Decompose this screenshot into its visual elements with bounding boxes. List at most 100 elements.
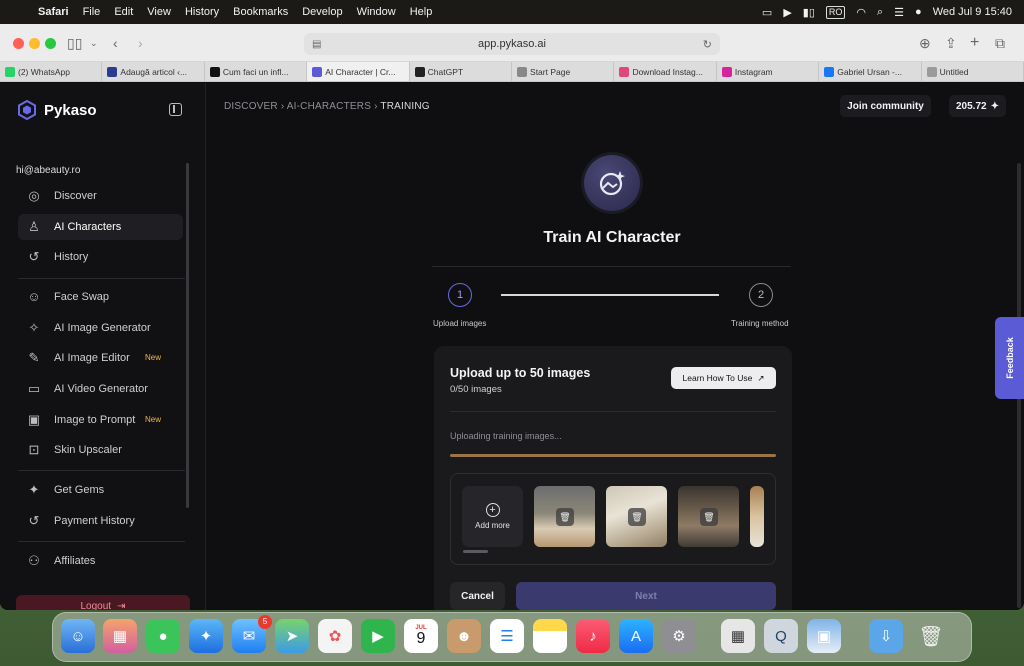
browser-tab[interactable]: Adaugă articol ‹... [102, 62, 205, 81]
menu-develop[interactable]: Develop [302, 6, 342, 18]
sidebar-item-video[interactable]: ▭ AI Video Generator [18, 376, 183, 402]
menu-view[interactable]: View [147, 6, 171, 18]
uploaded-image-thumbnail[interactable]: 🗑 [534, 486, 595, 547]
uploaded-image-thumbnail[interactable]: 🗑 [678, 486, 739, 547]
calendar-icon[interactable]: JUL 9 [404, 619, 438, 653]
sidebar-item-sparkle[interactable]: ✦ Get Gems [18, 477, 183, 503]
browser-tab[interactable]: Download Instag... [614, 62, 717, 81]
join-community-button[interactable]: Join community [840, 95, 931, 117]
step-training-method[interactable]: 2 [749, 283, 773, 307]
trash-icon[interactable]: 🗑 [914, 619, 948, 653]
trash-icon[interactable]: 🗑 [556, 508, 574, 526]
clock[interactable]: Wed Jul 9 15:40 [933, 6, 1012, 18]
back-icon[interactable]: ‹ [113, 34, 118, 52]
sidebar-toggle-icon[interactable]: ▯▯ [67, 34, 82, 52]
add-more-button[interactable]: + Add more [462, 486, 523, 547]
sidebar-item-history[interactable]: ↺ History [18, 244, 183, 270]
sidebar-item-character[interactable]: ♙ AI Characters [18, 214, 183, 240]
sidebar-item-compass[interactable]: ◎ Discover [18, 183, 183, 209]
sidebar-item-wand[interactable]: ✧ AI Image Generator [18, 315, 183, 341]
sidebar-item-payment-history[interactable]: ↺ Payment History [18, 508, 183, 534]
control-center-icon[interactable]: ☰ [894, 6, 904, 19]
logout-icon: ⇥ [117, 600, 126, 611]
downloads-folder-icon[interactable]: ⇩ [869, 619, 903, 653]
menu-file[interactable]: File [83, 6, 101, 18]
quicktime-icon[interactable]: Q [764, 619, 798, 653]
breadcrumb-ai-characters[interactable]: AI-CHARACTERS [287, 101, 371, 112]
uploaded-image-thumbnail[interactable]: 🗑 [606, 486, 667, 547]
maps-icon[interactable]: ➤ [275, 619, 309, 653]
sidebar-item-affiliates[interactable]: ⚇ Affiliates [18, 548, 183, 574]
input-source-indicator[interactable]: RO [825, 5, 846, 19]
browser-tab-label: Download Instag... [632, 66, 703, 77]
battery-icon[interactable]: ▮▯ [803, 6, 815, 19]
breadcrumb-discover[interactable]: DISCOVER [224, 101, 278, 112]
notes-icon[interactable] [533, 619, 567, 653]
feedback-tab[interactable]: Feedback [995, 317, 1024, 399]
launchpad-icon[interactable]: ▦ [103, 619, 137, 653]
collapse-sidebar-icon[interactable] [169, 103, 182, 116]
wifi-icon[interactable]: ◠ [856, 6, 866, 19]
zoom-window-button[interactable] [45, 38, 56, 49]
gallery-scrollbar[interactable] [463, 550, 488, 553]
safari-icon[interactable]: ✦ [189, 619, 223, 653]
browser-tab[interactable]: Cum faci un infl... [205, 62, 308, 81]
preview-icon[interactable]: ▣ [807, 619, 841, 653]
menu-edit[interactable]: Edit [114, 6, 133, 18]
trash-icon[interactable]: 🗑 [628, 508, 646, 526]
finder-icon[interactable]: ☺ [61, 619, 95, 653]
logout-button[interactable]: Logout ⇥ [16, 595, 190, 610]
screen-mirror-icon[interactable]: ▭ [762, 6, 772, 19]
menu-help[interactable]: Help [410, 6, 433, 18]
photos-icon[interactable]: ✿ [318, 619, 352, 653]
close-window-button[interactable] [13, 38, 24, 49]
sidebar-item-face-swap[interactable]: ☺ Face Swap [18, 284, 183, 310]
app-store-icon[interactable]: A [619, 619, 653, 653]
music-icon[interactable]: ♪ [576, 619, 610, 653]
cancel-button[interactable]: Cancel [450, 582, 505, 610]
sidebar-item-edit[interactable]: ✎ AI Image Editor New [18, 345, 183, 371]
step-upload-images[interactable]: 1 [448, 283, 472, 307]
system-settings-icon[interactable]: ⚙ [662, 619, 696, 653]
reload-icon[interactable]: ↻ [703, 38, 712, 51]
menu-history[interactable]: History [185, 6, 219, 18]
menu-app-name[interactable]: Safari [38, 6, 69, 18]
browser-tab[interactable]: Untitled [922, 62, 1024, 81]
spotlight-icon[interactable]: ⌕ [877, 6, 883, 19]
uploaded-image-thumbnail[interactable] [750, 486, 764, 547]
browser-tab[interactable]: AI Character | Cr... [307, 62, 410, 81]
facetime-icon[interactable]: ▶ [361, 619, 395, 653]
new-tab-icon[interactable]: + [970, 34, 979, 52]
menu-bookmarks[interactable]: Bookmarks [233, 6, 288, 18]
image-prompt-icon: ▣ [27, 412, 41, 427]
siri-icon[interactable]: ● [915, 6, 922, 18]
browser-tab[interactable]: ChatGPT [410, 62, 513, 81]
browser-tab[interactable]: (2) WhatsApp [0, 62, 103, 81]
sidebar-item-upscale[interactable]: ⊡ Skin Upscaler [18, 437, 183, 463]
messages-icon[interactable]: ● [146, 619, 180, 653]
next-button[interactable]: Next [516, 582, 776, 610]
menu-window[interactable]: Window [357, 6, 396, 18]
tab-overview-icon[interactable]: ⧉ [995, 34, 1005, 52]
contacts-icon[interactable]: ☻ [447, 619, 481, 653]
trash-icon[interactable]: 🗑 [700, 508, 718, 526]
browser-tab[interactable]: Start Page [512, 62, 615, 81]
brand-logo[interactable]: Pykaso [17, 100, 97, 120]
browser-tab[interactable]: Gabriel Ursan -... [819, 62, 922, 81]
reminders-icon[interactable]: ☰ [490, 619, 524, 653]
browser-tab[interactable]: Instagram [717, 62, 820, 81]
step-training-method-label: Training method [731, 319, 789, 328]
calculator-icon[interactable]: ▦ [721, 619, 755, 653]
play-icon[interactable]: ▶ [783, 6, 791, 19]
share-icon[interactable]: ⇪ [945, 34, 957, 52]
forward-icon[interactable]: › [138, 34, 143, 52]
downloads-icon[interactable]: ⊕ [919, 34, 931, 52]
chevron-down-icon[interactable]: ⌄ [90, 34, 98, 52]
learn-how-to-use-button[interactable]: Learn How To Use ↗ [671, 367, 776, 389]
page-settings-icon[interactable]: ▤ [312, 39, 321, 50]
sidebar-item-image-prompt[interactable]: ▣ Image to Prompt New [18, 407, 183, 433]
sidebar-scrollbar[interactable] [186, 163, 189, 508]
minimize-window-button[interactable] [29, 38, 40, 49]
gems-balance[interactable]: 205.72 ✦ [949, 95, 1006, 117]
address-bar[interactable]: ▤ app.pykaso.ai ↻ [304, 33, 720, 55]
